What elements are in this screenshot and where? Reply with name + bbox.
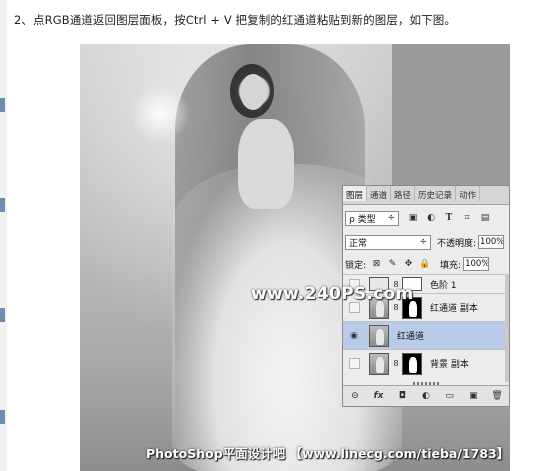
layer-name: 红通道 副本: [430, 304, 478, 314]
group-folder-icon[interactable]: ▭: [444, 391, 456, 401]
blend-mode-value: 正常: [349, 238, 368, 249]
layer-name: 背景 副本: [430, 360, 469, 370]
edge-marker: [0, 98, 5, 112]
shape-filter-icon[interactable]: ⌗: [461, 212, 473, 224]
mask-figure: [409, 356, 417, 373]
filter-icons: ▣ ◐ T ⌗ ▤: [407, 212, 497, 224]
thumbnail-figure: [376, 328, 384, 345]
visibility-toggle[interactable]: [349, 358, 360, 369]
layer-name: 红通道: [397, 332, 425, 342]
lock-label: 锁定:: [345, 260, 367, 271]
layer-name: 色阶 1: [430, 280, 457, 291]
fill-input[interactable]: 100%: [463, 257, 490, 271]
link-layers-icon[interactable]: ⊝: [349, 391, 361, 401]
left-edge-strip: [0, 0, 7, 471]
tab-channels[interactable]: 通道: [367, 186, 392, 201]
lock-all-icon[interactable]: 🔒: [419, 259, 430, 270]
opacity-label: 不透明度:: [437, 238, 477, 249]
type-filter-icon[interactable]: T: [443, 212, 455, 224]
layer-thumbnail: [369, 352, 389, 375]
adjustment-filter-icon[interactable]: ◐: [425, 212, 437, 224]
lock-row: 锁定: ⊠ ✎ ✥ 🔒 填充: 100%: [345, 256, 509, 272]
site-watermark: www.240PS.com: [251, 284, 414, 304]
layer-row[interactable]: 8 背景 副本: [343, 349, 509, 377]
trash-icon[interactable]: 🗑: [491, 391, 503, 401]
link-icon: 8: [393, 359, 399, 368]
adjustment-icon[interactable]: ◐: [420, 391, 432, 401]
thumbnail-figure: [376, 356, 384, 373]
lock-move-icon[interactable]: ✥: [403, 259, 414, 270]
photo-face: [240, 74, 266, 110]
layer-row-selected[interactable]: ◉ 红通道: [343, 321, 509, 349]
layer-thumbnail: [369, 324, 389, 347]
photo-torso: [238, 119, 294, 209]
edge-marker: [0, 198, 5, 212]
eye-icon[interactable]: ◉: [347, 329, 361, 343]
lock-brush-icon[interactable]: ✎: [387, 259, 398, 270]
tab-history[interactable]: 历史记录: [415, 186, 457, 201]
image-filter-icon[interactable]: ▣: [407, 212, 419, 224]
link-icon: 8: [393, 303, 399, 312]
fx-icon[interactable]: fx: [373, 391, 385, 401]
new-layer-icon[interactable]: ▣: [467, 391, 479, 401]
step-instruction: 2、点RGB通道返回图层面板，按Ctrl + V 把复制的红通道粘贴到新的图层，…: [14, 13, 456, 27]
panel-footer: ⊝ fx ◘ ◐ ▭ ▣ 🗑: [343, 385, 509, 406]
blend-row: 正常 ÷ 不透明度: 100%: [345, 234, 509, 250]
footer-watermark: PhotoShop平面设计吧 【www.linecg.com/tieba/178…: [146, 446, 510, 461]
filter-select-arrow: ÷: [387, 213, 395, 223]
photo-flowers: [130, 84, 190, 144]
fill-label: 填充:: [440, 260, 462, 271]
tab-paths[interactable]: 路径: [391, 186, 416, 201]
chevron-updown-icon: ÷: [419, 237, 427, 247]
add-mask-icon[interactable]: ◘: [396, 391, 408, 401]
edge-marker: [0, 410, 5, 424]
smart-object-filter-icon[interactable]: ▤: [479, 212, 491, 224]
tab-layers[interactable]: 图层: [343, 186, 368, 201]
lock-transparent-icon[interactable]: ⊠: [371, 259, 382, 270]
mask-thumbnail: [402, 352, 422, 375]
layer-filter-select[interactable]: ρ 类型 ÷: [345, 210, 399, 226]
tab-actions[interactable]: 动作: [456, 186, 481, 201]
blend-mode-select[interactable]: 正常 ÷: [345, 234, 431, 250]
filter-row: ρ 类型 ÷ ▣ ◐ T ⌗ ▤: [345, 209, 509, 227]
panel-tabs: 图层 通道 路径 历史记录 动作: [343, 186, 509, 205]
layers-scrollbar[interactable]: [505, 274, 509, 382]
filter-type-label: ρ 类型: [349, 214, 376, 225]
photo-backdrop: [392, 44, 510, 194]
opacity-input[interactable]: 100%: [478, 235, 505, 249]
edge-marker: [0, 308, 5, 322]
